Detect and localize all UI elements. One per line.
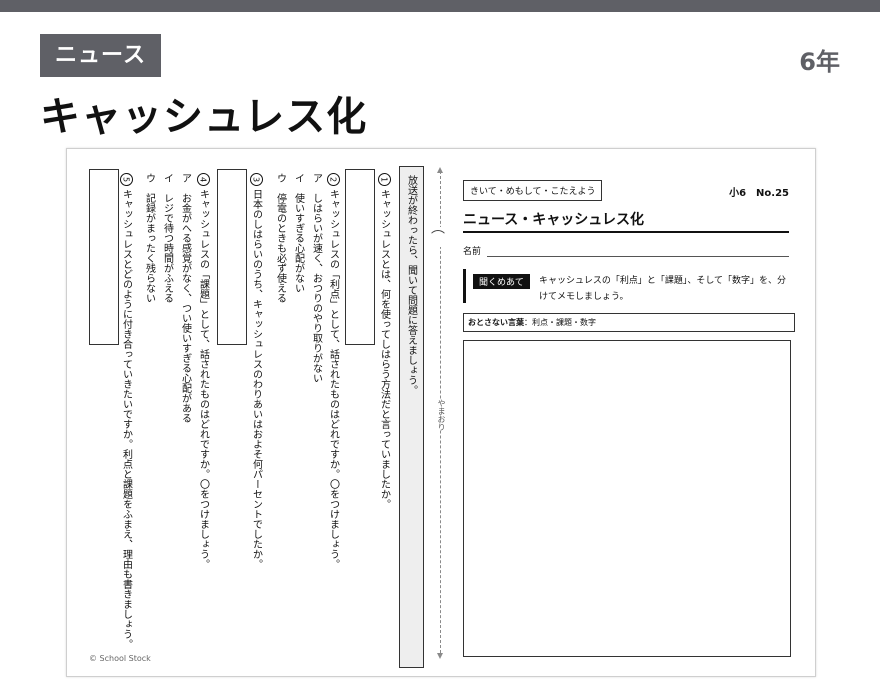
worksheet-tag: きいて・めもして・こたえよう	[463, 180, 603, 201]
category-badge: ニュース	[40, 34, 161, 77]
fold-curl-icon: ⌒	[431, 227, 445, 247]
key-words-label: おとさない言葉	[468, 318, 524, 327]
question-5: 5 キャッシュレスとどのように付き合っていきたいですか。利点と課題をふまえ、理由も…	[119, 173, 133, 649]
q2-option-a: ア しはらいが速く、おつりのやり取りがない	[310, 173, 322, 383]
question-text: キャッシュレスの「課題」として、話されたものはどれですか。〇をつけましょう。	[197, 189, 209, 569]
question-number: 1	[377, 173, 391, 186]
arrow-down-icon	[437, 653, 443, 659]
question-text: キャッシュレスとどのように付き合っていきたいですか。利点と課題をふまえ、理由も書…	[120, 189, 132, 649]
question-number: 2	[326, 173, 340, 186]
question-2: 2 キャッシュレスの「利点」として、話されたものはどれですか。〇をつけましょう。	[326, 173, 340, 569]
title-rule	[463, 231, 789, 233]
q4-option-c: ウ 記録がまったく残らない	[143, 173, 155, 303]
instruction-text: 放送が終わったら、聞いて問題に答えましょう。	[405, 175, 417, 395]
key-words-box: おとさない言葉：利点・課題・数字	[463, 313, 795, 332]
page-title: キャッシュレス化	[40, 94, 368, 140]
worksheet-number: 小6 No.25	[729, 188, 789, 199]
right-page: きいて・めもして・こたえよう 小6 No.25 ニュース・キャッシュレス化 名前…	[459, 149, 815, 676]
answer-box-q2[interactable]	[345, 169, 375, 345]
top-bar	[0, 0, 880, 12]
grade-label: 6年	[799, 48, 840, 76]
answer-box-q5[interactable]	[89, 169, 119, 345]
arrow-up-icon	[437, 167, 443, 173]
worksheet-title: ニュース・キャッシュレス化	[463, 212, 645, 228]
question-text: キャッシュレスとは、何を使ってしはらう方法だと言っていましたか。	[378, 189, 390, 509]
slide-card: ニュース 6年 キャッシュレス化 5 キャッシュレスとどのように付き合っていきたい…	[0, 12, 880, 700]
fold-label: やまおり	[436, 399, 446, 431]
answer-box-q3[interactable]	[217, 169, 247, 345]
listen-accent-bar	[463, 269, 466, 303]
key-words-text: ：利点・課題・数字	[524, 318, 596, 327]
worksheet: 5 キャッシュレスとどのように付き合っていきたいですか。利点と課題をふまえ、理由も…	[66, 148, 816, 677]
q4-option-a: ア お金がへる感覚がなく、つい使いすぎる心配がある	[179, 173, 191, 423]
q2-option-c: ウ 停電のときも必ず使える	[274, 173, 286, 303]
question-number: 5	[119, 173, 133, 186]
listen-goal-label: 聞くめあて	[473, 274, 530, 289]
question-number: 3	[249, 173, 263, 186]
name-label: 名前	[463, 247, 482, 257]
question-text: 日本のしはらいのうち、キャッシュレスのわりあいはおよそ何パーセントでしたか。	[250, 189, 262, 569]
question-number: 4	[196, 173, 210, 186]
listen-goal-text: キャッシュレスの「利点」と「課題」、そして「数字」を、分けてメモしましょう。	[539, 276, 787, 302]
memo-box[interactable]	[463, 340, 791, 657]
question-4: 4 キャッシュレスの「課題」として、話されたものはどれですか。〇をつけましょう。	[196, 173, 210, 569]
q2-option-b: イ 使いすぎる心配がない	[292, 173, 304, 293]
question-text: キャッシュレスの「利点」として、話されたものはどれですか。〇をつけましょう。	[327, 189, 339, 569]
q4-option-b: イ レジで待つ時間がふえる	[161, 173, 173, 303]
question-3: 3 日本のしはらいのうち、キャッシュレスのわりあいはおよそ何パーセントでしたか。	[249, 173, 263, 569]
question-1: 1 キャッシュレスとは、何を使ってしはらう方法だと言っていましたか。	[377, 173, 391, 509]
name-field[interactable]	[487, 256, 789, 257]
copyright: © School Stock	[89, 654, 151, 663]
instruction-strip: 放送が終わったら、聞いて問題に答えましょう。	[399, 166, 424, 668]
